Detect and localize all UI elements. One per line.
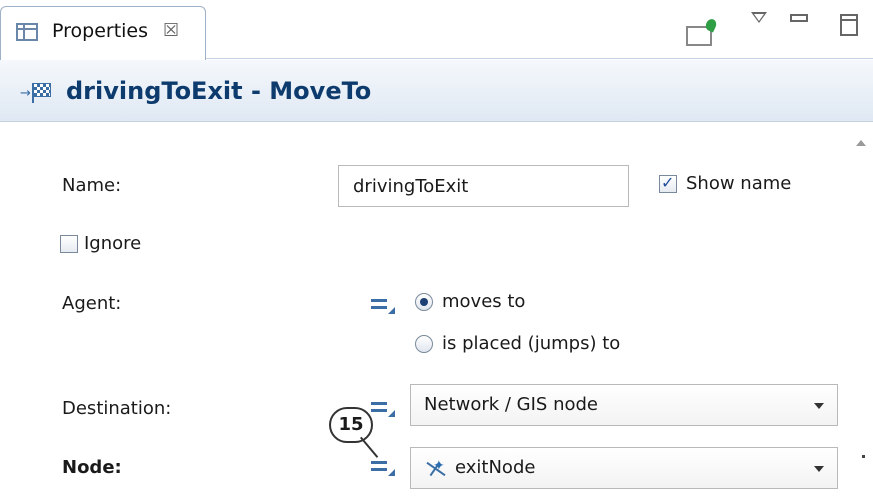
dynamic-value-icon[interactable] xyxy=(371,459,395,476)
node-label: Node: xyxy=(62,457,122,478)
pin-to-view-icon[interactable] xyxy=(686,17,719,46)
maximize-icon[interactable] xyxy=(840,14,858,36)
node-select[interactable]: ✦ exitNode xyxy=(410,447,838,489)
properties-header: → drivingToExit - MoveTo xyxy=(0,60,873,122)
properties-table-icon xyxy=(16,23,38,41)
page-title: drivingToExit - MoveTo xyxy=(66,77,372,105)
view-tab-bar: Properties ☒ xyxy=(0,0,873,60)
callout-badge: 15 xyxy=(329,407,373,443)
moveto-block-icon: → xyxy=(20,83,58,103)
radio-moves-to-label: moves to xyxy=(442,291,526,312)
destination-label: Destination: xyxy=(62,398,172,419)
chevron-down-icon[interactable] xyxy=(802,385,837,425)
show-name-checkbox[interactable] xyxy=(659,173,677,193)
show-name-label: Show name xyxy=(686,173,792,194)
ignore-label: Ignore xyxy=(84,233,142,254)
close-tab-icon[interactable]: ☒ xyxy=(163,20,179,41)
chevron-down-icon[interactable] xyxy=(802,448,837,488)
minimize-icon[interactable] xyxy=(790,14,808,22)
ignore-checkbox[interactable] xyxy=(60,235,78,253)
radio-moves-to[interactable] xyxy=(415,293,433,311)
tab-properties[interactable]: Properties ☒ xyxy=(0,6,206,60)
scroll-up-arrow-icon[interactable] xyxy=(856,140,866,146)
callout-pointer xyxy=(360,436,379,458)
radio-is-placed[interactable] xyxy=(415,335,433,353)
dynamic-value-icon[interactable] xyxy=(371,400,395,417)
agent-label: Agent: xyxy=(62,293,122,314)
field-marker xyxy=(862,455,865,458)
destination-value: Network / GIS node xyxy=(424,394,598,415)
name-input[interactable]: drivingToExit xyxy=(338,165,629,207)
view-menu-icon[interactable] xyxy=(751,12,767,23)
destination-select[interactable]: Network / GIS node xyxy=(410,384,838,426)
node-value: exitNode xyxy=(455,457,536,478)
name-label: Name: xyxy=(62,175,122,196)
radio-is-placed-label: is placed (jumps) to xyxy=(442,333,621,354)
network-node-icon: ✦ xyxy=(423,458,449,480)
dynamic-value-icon[interactable] xyxy=(371,297,395,314)
tab-properties-label: Properties xyxy=(52,20,149,42)
